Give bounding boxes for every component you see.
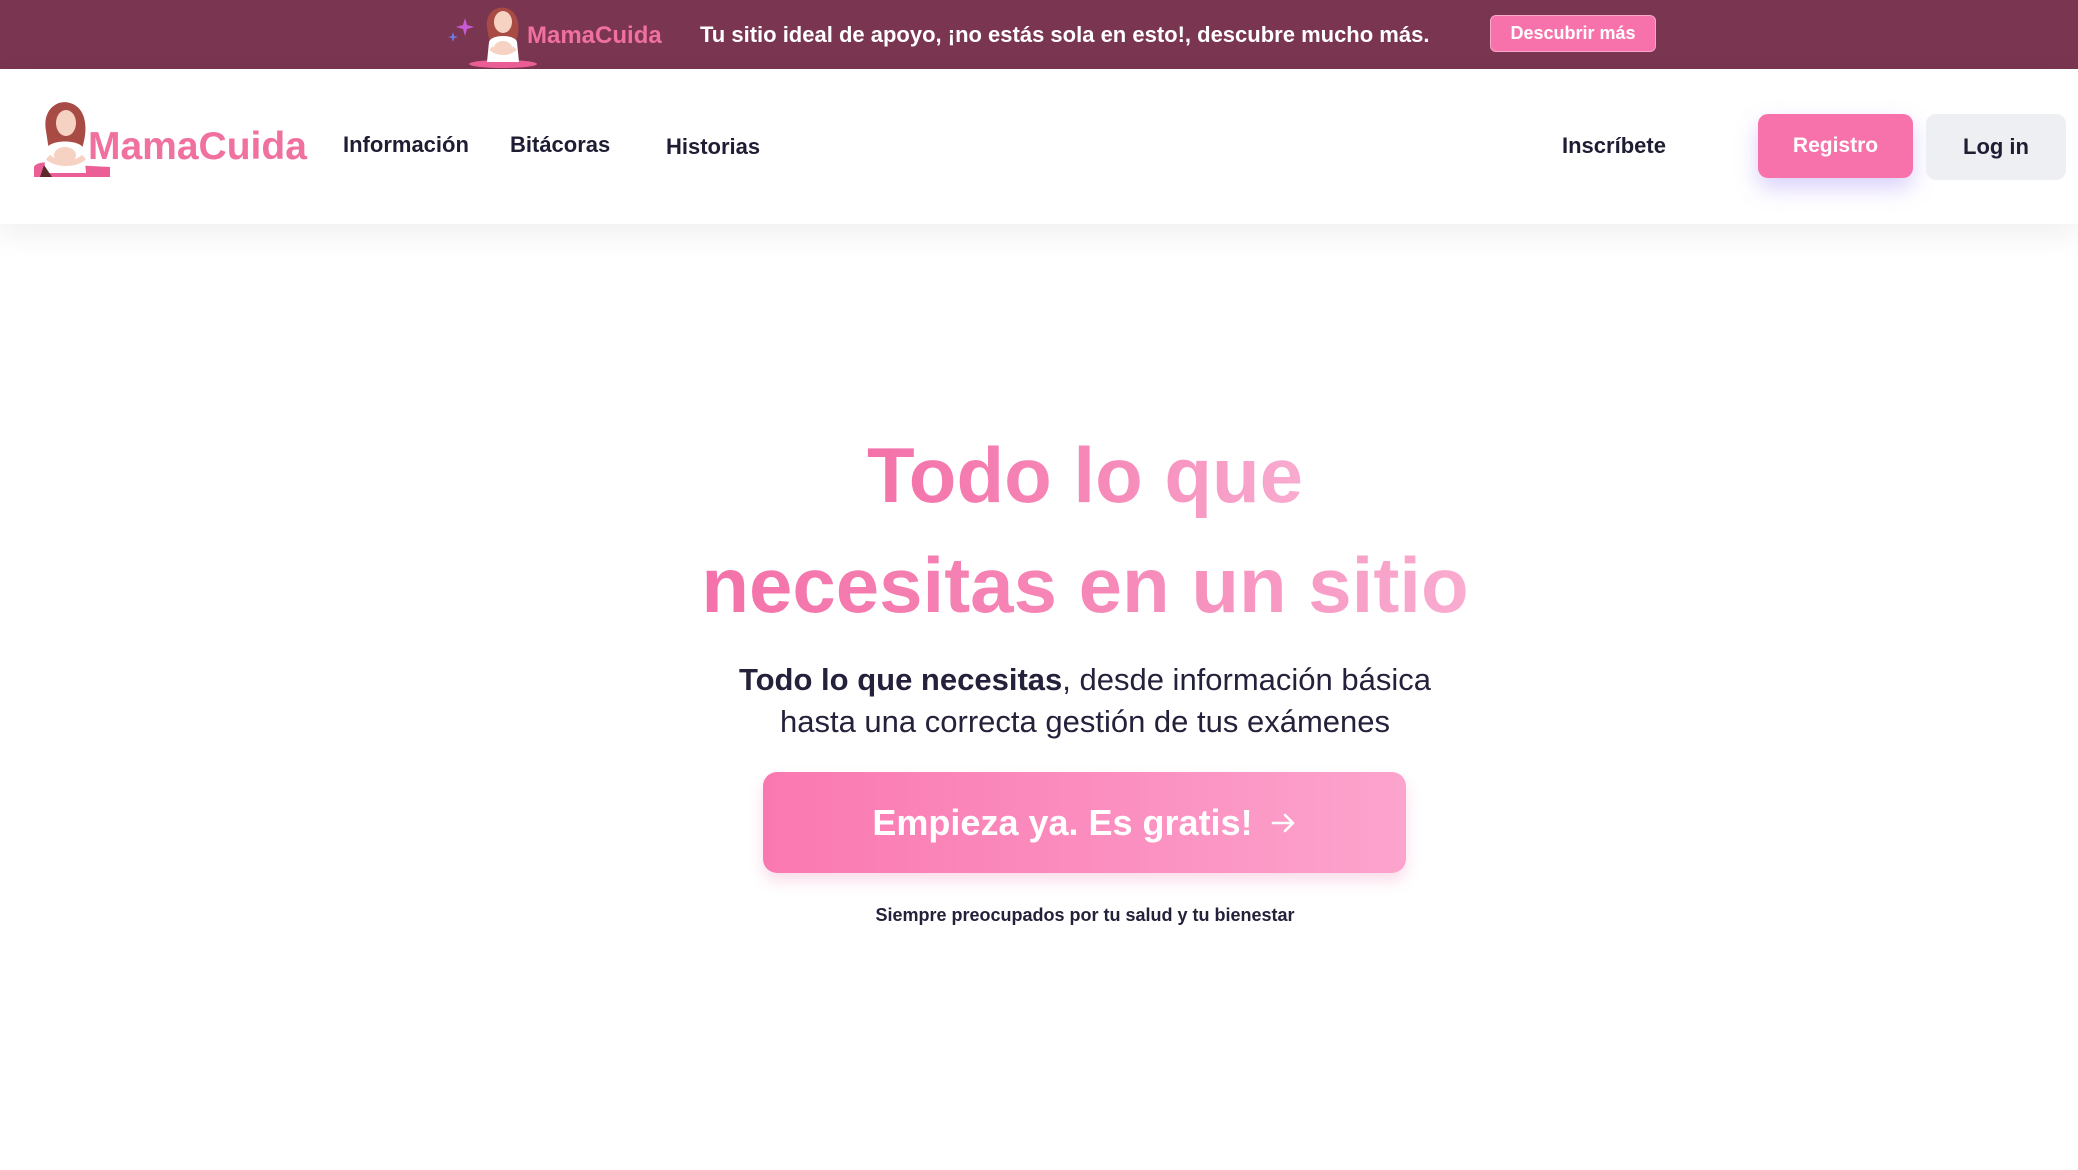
hero-subtitle: Todo lo que necesitas, desde información…: [0, 659, 2078, 743]
hero-title: Todo lo que necesitas en un sitio: [0, 420, 2078, 640]
register-button[interactable]: Registro: [1758, 114, 1913, 178]
arrow-right-icon: [1271, 813, 1294, 832]
nav-bitacoras[interactable]: Bitácoras: [510, 132, 610, 158]
hero-subtitle-rest: , desde información básica: [1062, 662, 1432, 697]
start-free-button[interactable]: Empieza ya. Es gratis!: [763, 772, 1406, 873]
hero-tagline: Siempre preocupados por tu salud y tu bi…: [875, 905, 1295, 925]
nav-historias[interactable]: Historias: [666, 134, 760, 160]
nav-informacion[interactable]: Información: [343, 132, 469, 158]
brand-name: MamaCuida: [88, 125, 307, 168]
discover-more-button[interactable]: Descubrir más: [1490, 15, 1656, 52]
signup-link[interactable]: Inscríbete: [1562, 133, 1666, 159]
site-header: MamaCuida Información Bitácoras Historia…: [0, 69, 2078, 224]
site-logo[interactable]: MamaCuida: [32, 101, 322, 183]
hero-subtitle-emphasis: Todo lo que necesitas: [738, 662, 1063, 697]
login-button[interactable]: Log in: [1926, 114, 2066, 180]
promo-brand-name: MamaCuida: [527, 22, 662, 49]
hero-title-line1: Todo lo que: [866, 431, 1304, 519]
promo-banner: MamaCuida Tu sitio ideal de apoyo, ¡no e…: [0, 0, 2078, 69]
hero-title-line2: necesitas en un sitio: [701, 541, 1469, 629]
hero-subtitle-line2: hasta una correcta gestión de tus exámen…: [779, 704, 1391, 739]
promo-message: Tu sitio ideal de apoyo, ¡no estás sola …: [700, 22, 1430, 47]
start-free-label: Empieza ya. Es gratis!: [872, 801, 1253, 843]
